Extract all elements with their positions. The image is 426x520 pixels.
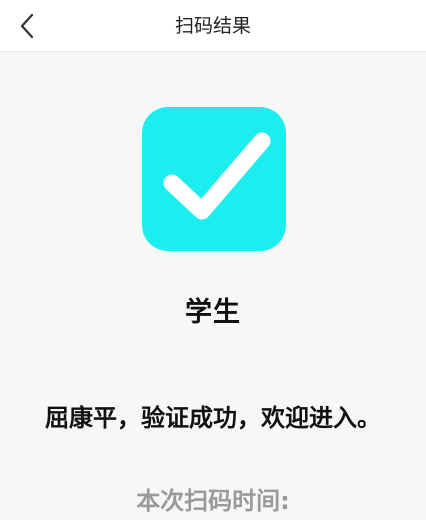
chevron-left-icon: [20, 13, 34, 39]
success-badge: [142, 107, 286, 251]
scan-time-label: 本次扫码时间:: [136, 487, 290, 515]
page-title: 扫码结果: [174, 15, 251, 37]
user-role: 学生: [185, 297, 241, 328]
checkmark-icon: [163, 132, 271, 220]
back-button[interactable]: [8, 6, 48, 46]
scan-result-screen: 扫码结果 学生 屈康平，验证成功，欢迎进入。 本次扫码时间:: [0, 0, 426, 520]
verification-message: 屈康平，验证成功，欢迎进入。: [45, 404, 381, 432]
nav-bar: 扫码结果: [0, 0, 426, 52]
